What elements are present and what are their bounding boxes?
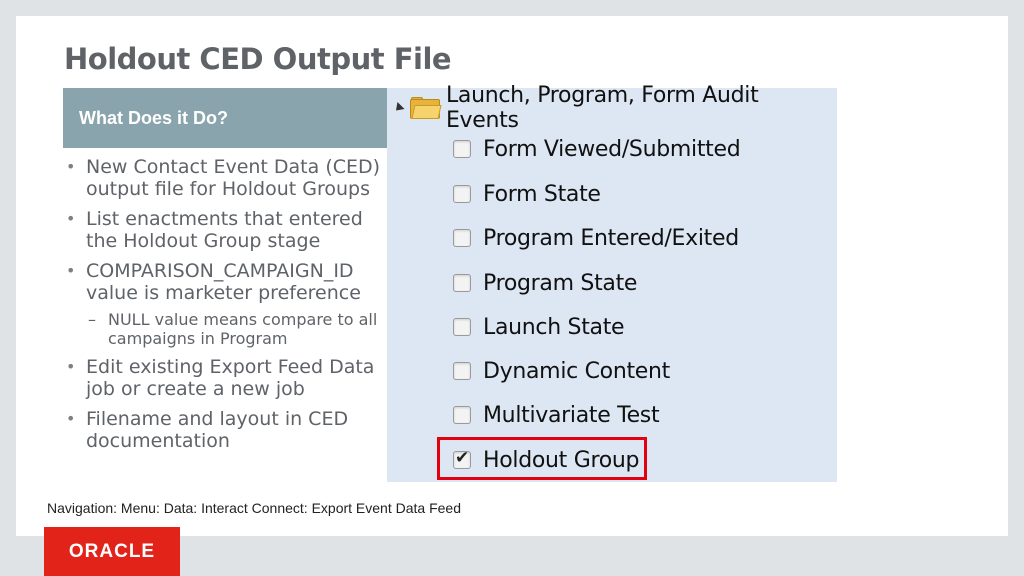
- sub-bullet-item: NULL value means compare to all campaign…: [66, 310, 386, 348]
- checkbox[interactable]: [453, 274, 471, 292]
- checkbox[interactable]: [453, 406, 471, 424]
- checkbox[interactable]: [453, 140, 471, 158]
- navigation-path-text: Navigation: Menu: Data: Interact Connect…: [47, 500, 461, 516]
- expand-triangle-icon[interactable]: [392, 101, 405, 115]
- checkbox[interactable]: [453, 229, 471, 247]
- bullet-item: New Contact Event Data (CED) output file…: [66, 156, 386, 200]
- checkbox[interactable]: [453, 362, 471, 380]
- tree-item-program-entered-exited[interactable]: Program Entered/Exited: [453, 222, 739, 254]
- tree-item-program-state[interactable]: Program State: [453, 267, 637, 299]
- checkbox[interactable]: [453, 185, 471, 203]
- tree-root-node[interactable]: Launch, Program, Form Audit Events: [392, 83, 837, 133]
- folder-icon: [410, 97, 442, 119]
- event-tree-panel: Launch, Program, Form Audit Events Form …: [387, 83, 837, 482]
- tree-item-form-state[interactable]: Form State: [453, 178, 601, 210]
- tree-root-label: Launch, Program, Form Audit Events: [445, 83, 759, 133]
- bullet-item: List enactments that entered the Holdout…: [66, 208, 386, 252]
- slide: Holdout CED Output File What Does it Do?…: [16, 16, 1008, 536]
- oracle-logo: ORACLE: [44, 527, 180, 576]
- tree-item-launch-state[interactable]: Launch State: [453, 311, 625, 343]
- bullet-item: Edit existing Export Feed Data job or cr…: [66, 356, 386, 400]
- bullet-item: Filename and layout in CED documentation: [66, 408, 386, 452]
- bullet-list: New Contact Event Data (CED) output file…: [66, 156, 386, 452]
- bullet-item: COMPARISON_CAMPAIGN_ID value is marketer…: [66, 260, 386, 304]
- section-heading: What Does it Do?: [63, 88, 387, 148]
- page-title: Holdout CED Output File: [64, 42, 452, 76]
- tree-item-form-viewed-submitted[interactable]: Form Viewed/Submitted: [453, 133, 741, 165]
- tree-item-dynamic-content[interactable]: Dynamic Content: [453, 355, 670, 387]
- tree-item-multivariate-test[interactable]: Multivariate Test: [453, 399, 660, 431]
- checkbox[interactable]: [453, 318, 471, 336]
- highlight-box: [437, 437, 647, 480]
